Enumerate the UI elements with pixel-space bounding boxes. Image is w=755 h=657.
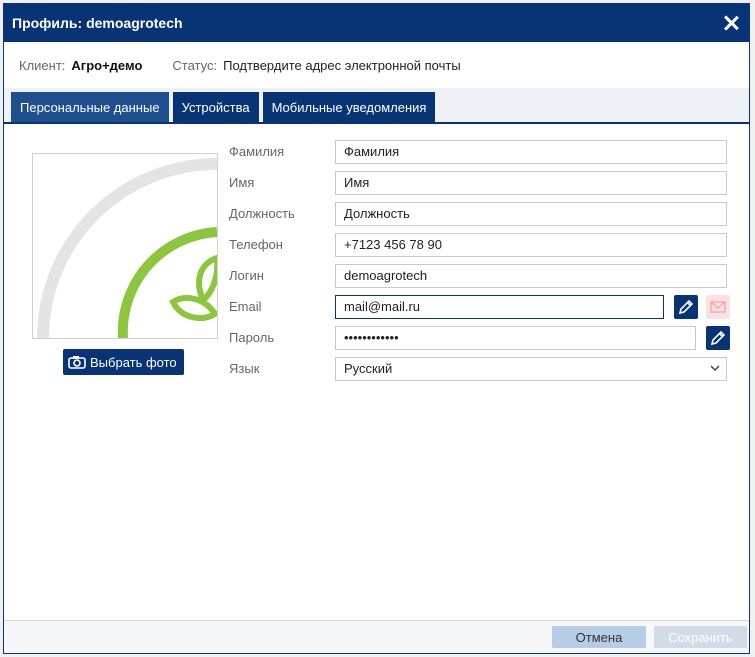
position-label: Должность — [229, 206, 295, 221]
client-value: Агро+демо — [71, 57, 143, 73]
logo-image — [33, 154, 217, 338]
dialog-titlebar: Профиль: demoagrotech — [4, 4, 749, 42]
dialog-footer: Отмена Сохранить — [4, 620, 749, 653]
edit-password-button[interactable] — [706, 326, 730, 350]
row-phone: Телефон +7123 456 78 90 — [229, 233, 729, 259]
row-password: Пароль •••••••••••• — [229, 326, 730, 352]
row-language: Язык Русский — [229, 357, 729, 383]
row-firstname: Имя Имя — [229, 171, 729, 197]
row-lastname: Фамилия Фамилия — [229, 140, 729, 166]
phone-label: Телефон — [229, 237, 283, 252]
row-email: Email mail@mail.ru — [229, 295, 730, 321]
tab-mobile-notifications[interactable]: Мобильные уведомления — [262, 92, 436, 122]
pencil-icon — [678, 299, 694, 315]
login-input[interactable]: demoagrotech — [335, 264, 727, 288]
login-label: Логин — [229, 268, 264, 283]
language-select[interactable]: Русский — [335, 357, 727, 381]
position-input[interactable]: Должность — [335, 202, 727, 226]
edit-email-button[interactable] — [674, 295, 698, 319]
chevron-down-icon — [710, 365, 720, 372]
language-label: Язык — [229, 361, 260, 376]
cancel-button[interactable]: Отмена — [552, 626, 646, 648]
password-label: Пароль — [229, 330, 275, 345]
status-label: Статус: — [172, 57, 218, 73]
close-icon[interactable] — [721, 13, 741, 33]
tab-devices[interactable]: Устройства — [172, 92, 259, 122]
profile-dialog: Профиль: demoagrotech Клиент: Агро+демо … — [3, 3, 750, 654]
lastname-input[interactable]: Фамилия — [335, 140, 727, 164]
email-label: Email — [229, 299, 262, 314]
tab-content: Выбрать фото Фамилия Фамилия Имя Имя Дол… — [4, 124, 749, 619]
choose-photo-button[interactable]: Выбрать фото — [63, 349, 184, 375]
tab-personal-data[interactable]: Персональные данные — [11, 92, 169, 122]
phone-input[interactable]: +7123 456 78 90 — [335, 233, 727, 257]
row-login: Логин demoagrotech — [229, 264, 729, 290]
firstname-input[interactable]: Имя — [335, 171, 727, 195]
status-value: Подтвердите адрес электронной почты — [223, 57, 461, 73]
firstname-label: Имя — [229, 175, 255, 190]
language-value: Русский — [344, 361, 393, 376]
envelope-icon — [710, 301, 726, 313]
lastname-label: Фамилия — [229, 144, 285, 159]
tab-bar: Персональные данные Устройства Мобильные… — [4, 88, 749, 124]
save-button[interactable]: Сохранить — [654, 626, 747, 648]
info-bar: Клиент: Агро+демо Статус: Подтвердите ад… — [4, 42, 749, 88]
email-input[interactable]: mail@mail.ru — [335, 295, 664, 319]
camera-icon — [68, 356, 86, 369]
password-input[interactable]: •••••••••••• — [335, 326, 696, 350]
client-label: Клиент: — [19, 57, 66, 73]
send-confirmation-button[interactable] — [706, 295, 730, 319]
profile-photo — [32, 153, 218, 339]
dialog-title: Профиль: demoagrotech — [12, 15, 183, 31]
row-position: Должность Должность — [229, 202, 729, 228]
pencil-icon — [710, 330, 726, 346]
choose-photo-label: Выбрать фото — [90, 354, 177, 370]
